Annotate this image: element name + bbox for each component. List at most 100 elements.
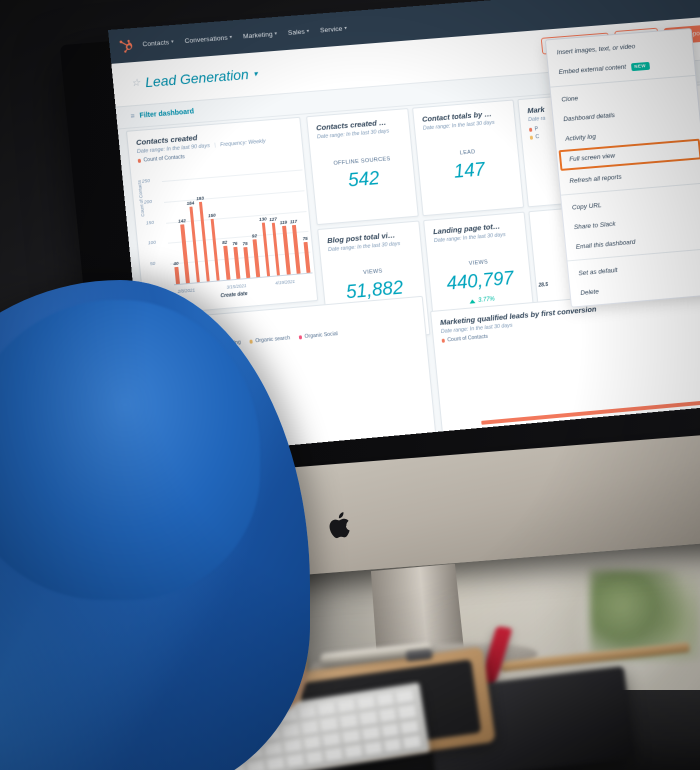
bar [252, 239, 261, 278]
menu-item-label: Email this dashboard [575, 238, 636, 251]
bar-value-label: 75 [302, 235, 308, 242]
legend-dot [529, 135, 534, 140]
chevron-down-icon: ▾ [170, 38, 175, 46]
y-tick-label: 150 [145, 220, 155, 227]
filter-icon: ≡ [130, 113, 135, 121]
menu-item-label: Refresh all reports [569, 173, 622, 185]
bar-value-label: 142 [177, 218, 187, 224]
card-contacts-created-by-source[interactable]: Contacts created … Date range: In the la… [306, 108, 419, 226]
chevron-down-icon: ▾ [274, 30, 278, 37]
bar-value-label: 184 [186, 200, 195, 206]
x-tick-label: 4/19/2021 [274, 278, 296, 286]
bar [271, 222, 281, 276]
nav-item-contacts[interactable]: Contacts ▾ [142, 38, 175, 48]
bar-value-label: 193 [196, 195, 205, 202]
hoodie-hood [0, 300, 260, 600]
star-icon[interactable]: ☆ [131, 77, 141, 89]
legend-label: Count of Contacts [143, 154, 186, 164]
kpi-body: LEAD 147 [423, 125, 514, 208]
menu-item-label: Share to Slack [573, 220, 616, 231]
trend-up-icon [469, 298, 476, 304]
legend-dot [441, 339, 446, 343]
chevron-down-icon: ▾ [253, 68, 258, 79]
legend-label: Organic Social [304, 331, 339, 340]
bar-value-label: 119 [279, 219, 288, 225]
menu-item-label: Copy URL [571, 201, 602, 212]
bar-value-label: 75 [242, 240, 248, 247]
bar-value-label: 76 [232, 241, 238, 247]
bar [292, 225, 301, 274]
legend-label: C [535, 134, 540, 141]
nav-item-conversations[interactable]: Conversations ▾ [184, 34, 232, 45]
menu-item-label: Set as default [578, 266, 618, 277]
legend-item: Organic search [249, 335, 290, 344]
nav-item-sales[interactable]: Sales ▾ [287, 28, 310, 37]
legend-dot [249, 339, 254, 344]
nav-label: Marketing [242, 30, 273, 40]
x-tick-label: 3/15/2021 [226, 283, 247, 290]
chevron-down-icon: ▾ [344, 25, 348, 32]
bar [174, 267, 180, 285]
kpi-body: OFFLINE SOURCES 542 [317, 133, 409, 216]
bar-series: 40 142 184 193 150 82 76 75 92 130 127 119 117 75 [164, 166, 313, 285]
y-tick-label: 50 [149, 262, 156, 268]
nav-item-marketing[interactable]: Marketing ▾ [243, 30, 278, 40]
hubspot-logo-icon[interactable] [118, 38, 134, 54]
y-tick-label: 100 [147, 241, 157, 247]
photo-scene: Automation ▾ Reports ▾ Asset Marketplace… [0, 0, 700, 770]
menu-item-label: Delete [580, 287, 600, 297]
bar-value-label: 127 [269, 216, 278, 223]
filter-dashboard-button[interactable]: Filter dashboard [139, 108, 194, 119]
y-tick-label: 200 [143, 199, 153, 206]
nav-label: Sales [287, 28, 306, 37]
bar-value-label: 92 [251, 232, 258, 239]
apple-logo-icon [329, 512, 350, 539]
kpi-value: 147 [452, 159, 486, 183]
kpi-category: LEAD [459, 149, 476, 157]
menu-item-label: Embed external content [558, 63, 627, 77]
legend-item: Organic Social [298, 331, 339, 340]
frequency-label: Frequency: Weekly [219, 138, 267, 149]
kpi-category: VIEWS [362, 267, 383, 276]
page-title[interactable]: ☆ Lead Generation ▾ [131, 65, 259, 91]
bar [303, 241, 311, 273]
actions-dropdown-menu[interactable]: Insert images, text, or video Embed exter… [544, 27, 700, 308]
menu-item-label: Insert images, text, or video [556, 42, 636, 56]
kpi-category: VIEWS [468, 258, 489, 267]
bar-chart: Count of Contacts 250 200 150 100 50 40 142 18… [136, 161, 316, 306]
x-axis-label: Create date [220, 290, 248, 300]
bar [243, 246, 251, 279]
bar-value-label: 117 [289, 219, 298, 225]
new-badge: NEW [630, 61, 650, 71]
menu-item-label: Full screen view [568, 152, 616, 164]
menu-item-label: Dashboard details [563, 111, 616, 123]
legend-dot [529, 128, 533, 132]
chevron-down-icon: ▾ [306, 28, 310, 35]
bar-value-label: 82 [221, 239, 228, 246]
kpi-value: 542 [347, 168, 381, 192]
bar [233, 247, 241, 279]
bar [223, 245, 231, 280]
y-axis-label: Count of Contacts [136, 179, 146, 217]
legend-label: P [534, 126, 539, 133]
bar [261, 222, 271, 277]
menu-item-label: Clone [561, 94, 579, 104]
nav-item-service[interactable]: Service ▾ [320, 25, 348, 34]
kpi-category: OFFLINE SOURCES [333, 156, 391, 167]
card-contact-totals[interactable]: Contact totals by … Date range: In the l… [412, 99, 525, 217]
bar-value-label: 40 [173, 261, 179, 267]
kpi-delta: 3.77% [469, 296, 495, 304]
nav-primary-items: Contacts ▾ Conversations ▾ Marketing ▾ S… [142, 25, 347, 48]
card-mql-by-first-conversion[interactable]: Marketing qualified leads by first conve… [430, 284, 700, 434]
bar-value-label: 130 [258, 216, 267, 222]
legend-item: Count of Contacts [137, 154, 186, 164]
nav-label: Conversations [184, 34, 229, 45]
delta-value: 3.77% [477, 296, 496, 304]
divider: | [214, 142, 217, 149]
menu-item-label: Activity log [564, 132, 597, 143]
kpi-value: 440,797 [445, 267, 515, 295]
nav-label: Service [319, 25, 343, 34]
legend-dot [298, 335, 303, 340]
bar-value-label: 150 [207, 212, 216, 218]
legend-label: Count of Contacts [447, 333, 489, 344]
